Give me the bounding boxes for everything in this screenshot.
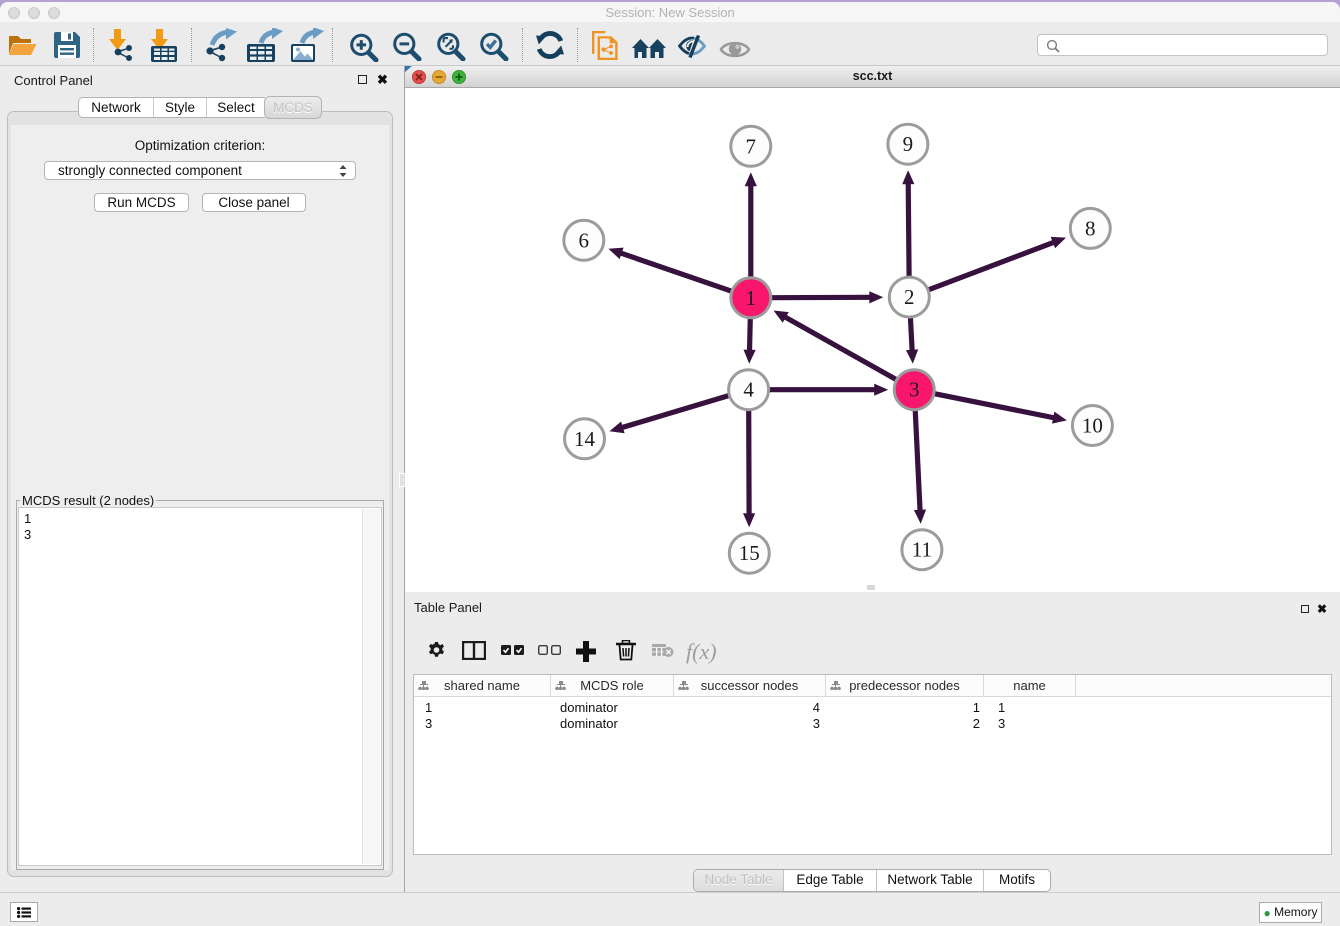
svg-text:3: 3 — [909, 378, 920, 402]
svg-text:2: 2 — [904, 285, 915, 309]
svg-text:15: 15 — [739, 541, 760, 565]
svg-text:8: 8 — [1085, 216, 1096, 240]
svg-text:7: 7 — [746, 134, 757, 158]
svg-text:11: 11 — [912, 538, 932, 562]
svg-text:9: 9 — [903, 132, 914, 156]
svg-text:14: 14 — [574, 427, 596, 451]
svg-text:10: 10 — [1082, 414, 1103, 438]
svg-text:4: 4 — [743, 378, 754, 402]
svg-text:1: 1 — [746, 286, 757, 310]
svg-text:6: 6 — [579, 228, 590, 252]
